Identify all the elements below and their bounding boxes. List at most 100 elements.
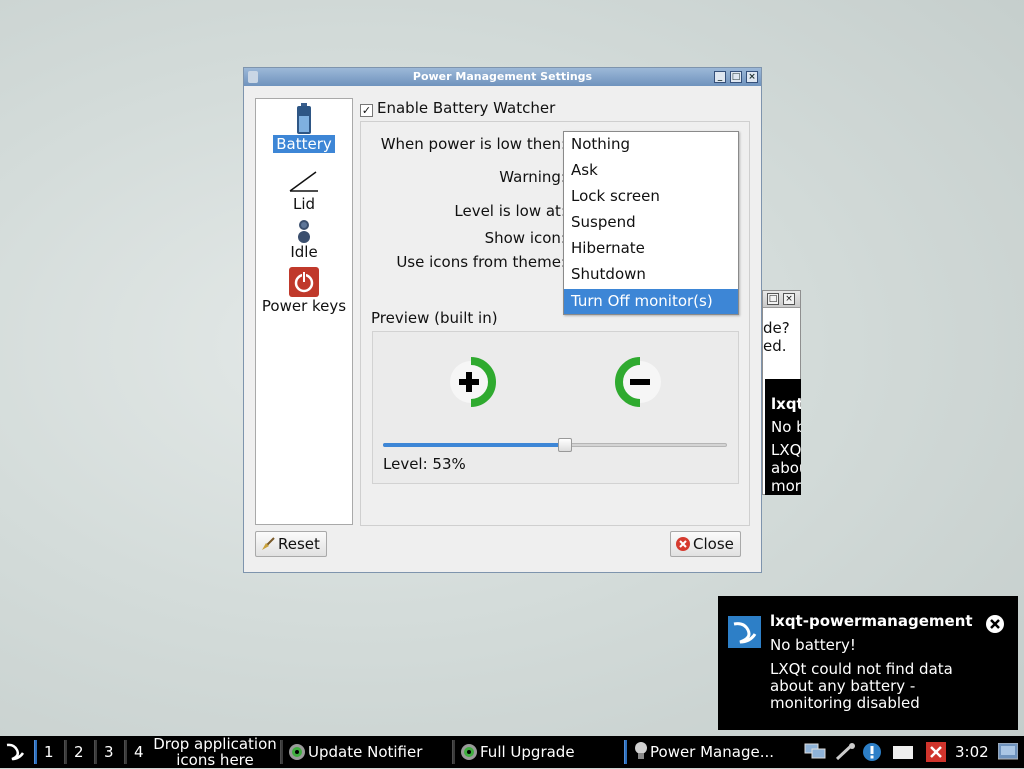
close-icon[interactable]: ×	[783, 293, 795, 305]
taskbar-separator	[124, 740, 127, 764]
taskbar-separator	[94, 740, 97, 764]
background-window-titlebar[interactable]: □ ×	[763, 291, 800, 308]
close-circle-icon	[676, 537, 690, 551]
minimize-icon[interactable]: _	[714, 71, 726, 83]
sidebar-item-label: Power keys	[261, 297, 347, 315]
dropdown-option[interactable]: Lock screen	[564, 184, 738, 209]
desktop-2[interactable]: 2	[74, 736, 84, 768]
level-low-label: Level is low at:	[454, 202, 566, 220]
taskbar-separator	[34, 740, 37, 764]
when-low-label: When power is low then:	[380, 135, 566, 153]
desktop-1[interactable]: 1	[44, 736, 54, 768]
power-management-dialog: Power Management Settings _ □ × Battery …	[243, 67, 762, 573]
desktop-4[interactable]: 4	[134, 736, 144, 768]
clock[interactable]: 3:02	[955, 736, 989, 768]
icons-theme-label: Use icons from theme:	[396, 253, 566, 271]
notification-line: No battery!	[770, 636, 856, 654]
notification-popup[interactable]: lxqt-powermanagement No battery! LXQt co…	[718, 596, 1018, 730]
dropdown-option[interactable]: Suspend	[564, 210, 738, 235]
background-window-text: de? ed.	[763, 319, 801, 355]
close-button[interactable]: Close	[670, 531, 741, 557]
background-notif-line: No b	[771, 418, 801, 436]
gear-icon	[289, 744, 305, 760]
taskbar-separator	[64, 740, 67, 764]
lightbulb-icon	[635, 742, 647, 759]
battery-discharging-icon	[615, 357, 661, 407]
background-text-line: de?	[763, 319, 790, 337]
settings-sidebar: Battery Lid Idle Power keys	[255, 98, 353, 525]
gear-icon	[461, 744, 477, 760]
dropdown-option[interactable]: Nothing	[564, 132, 738, 157]
dropdown-option[interactable]: Hibernate	[564, 236, 738, 261]
power-button-icon	[289, 267, 319, 297]
alert-icon[interactable]	[862, 742, 882, 762]
sidebar-item-power-keys[interactable]: Power keys	[256, 267, 352, 315]
preview-label: Preview (built in)	[371, 309, 498, 327]
level-slider[interactable]	[383, 437, 727, 453]
maximize-icon[interactable]: □	[730, 71, 742, 83]
lid-icon	[289, 171, 318, 192]
task-label: Update Notifier	[308, 743, 423, 761]
sidebar-item-label: Idle	[290, 243, 318, 261]
task-full-upgrade[interactable]: Full Upgrade	[460, 736, 575, 768]
task-label: Power Manage...	[650, 743, 775, 761]
preview-panel: Level: 53%	[372, 331, 739, 484]
quicklaunch-text: Drop application	[153, 735, 277, 753]
background-window[interactable]: □ × de? ed. lxqt No b LXQ abou mor	[762, 290, 801, 495]
background-notification-preview: lxqt No b LXQ abou mor	[765, 379, 801, 495]
notification-close-icon[interactable]	[985, 614, 1005, 634]
lxqt-logo-icon	[728, 616, 761, 648]
dropdown-option-selected[interactable]: Turn Off monitor(s)	[564, 289, 738, 314]
close-label: Close	[693, 535, 734, 553]
task-power-manage[interactable]: Power Manage...	[634, 736, 774, 768]
sidebar-item-label: Lid	[292, 195, 316, 213]
level-readout: Level: 53%	[383, 455, 466, 473]
notification-title: lxqt-powermanagement	[770, 612, 973, 630]
tools-icon[interactable]	[834, 742, 856, 762]
taskbar-separator	[452, 740, 455, 764]
show-icon-label: Show icon:	[484, 229, 566, 247]
sidebar-item-idle[interactable]: Idle	[256, 219, 352, 261]
enable-battery-watcher-checkbox[interactable]: ✓ Enable Battery Watcher	[360, 99, 555, 117]
notification-line: LXQt could not find data	[770, 660, 953, 678]
background-notif-line: mor	[771, 477, 801, 495]
background-notif-line: abou	[771, 459, 801, 477]
dialog-titlebar[interactable]: Power Management Settings _ □ ×	[244, 68, 761, 86]
idle-user-icon	[298, 220, 310, 243]
close-icon[interactable]: ×	[746, 71, 758, 83]
enable-battery-watcher-label: Enable Battery Watcher	[377, 99, 556, 117]
battery-charging-icon	[450, 357, 496, 407]
reset-button[interactable]: Reset	[255, 531, 327, 557]
dropdown-option[interactable]: Shutdown	[564, 262, 738, 287]
sidebar-item-battery[interactable]: Battery	[256, 103, 352, 153]
notification-line: monitoring disabled	[770, 694, 920, 712]
dialog-title: Power Management Settings	[412, 70, 593, 83]
sidebar-item-label: Battery	[273, 135, 335, 153]
show-desktop-icon[interactable]	[998, 743, 1018, 761]
slider-handle[interactable]	[558, 438, 572, 452]
battery-icon	[297, 103, 311, 134]
dropdown-option[interactable]: Ask	[564, 158, 738, 183]
sidebar-item-lid[interactable]: Lid	[256, 169, 352, 213]
reset-label: Reset	[278, 535, 320, 553]
warning-label: Warning:	[499, 168, 566, 186]
power-low-action-dropdown[interactable]: Nothing Ask Lock screen Suspend Hibernat…	[563, 131, 739, 315]
taskbar-separator	[280, 740, 283, 764]
start-menu-icon[interactable]	[4, 742, 26, 762]
taskbar: 1 2 3 4 Drop application icons here Upda…	[0, 736, 1024, 768]
task-update-notifier[interactable]: Update Notifier	[288, 736, 422, 768]
quicklaunch-text: icons here	[176, 751, 254, 769]
network-icon[interactable]	[804, 742, 826, 762]
quicklaunch-dropzone[interactable]: Drop application icons here	[150, 736, 280, 768]
background-notif-title: lxqt	[771, 395, 801, 413]
desktop-3[interactable]: 3	[104, 736, 114, 768]
task-label: Full Upgrade	[480, 743, 575, 761]
app-icon	[248, 71, 258, 83]
maximize-icon[interactable]: □	[767, 293, 779, 305]
power-off-icon[interactable]	[926, 742, 946, 762]
notification-line: about any battery -	[770, 677, 916, 695]
taskbar-separator	[624, 740, 627, 764]
background-notif-line: LXQ	[771, 441, 801, 459]
removable-device-icon[interactable]	[892, 742, 914, 762]
checkmark-icon[interactable]: ✓	[360, 104, 373, 117]
